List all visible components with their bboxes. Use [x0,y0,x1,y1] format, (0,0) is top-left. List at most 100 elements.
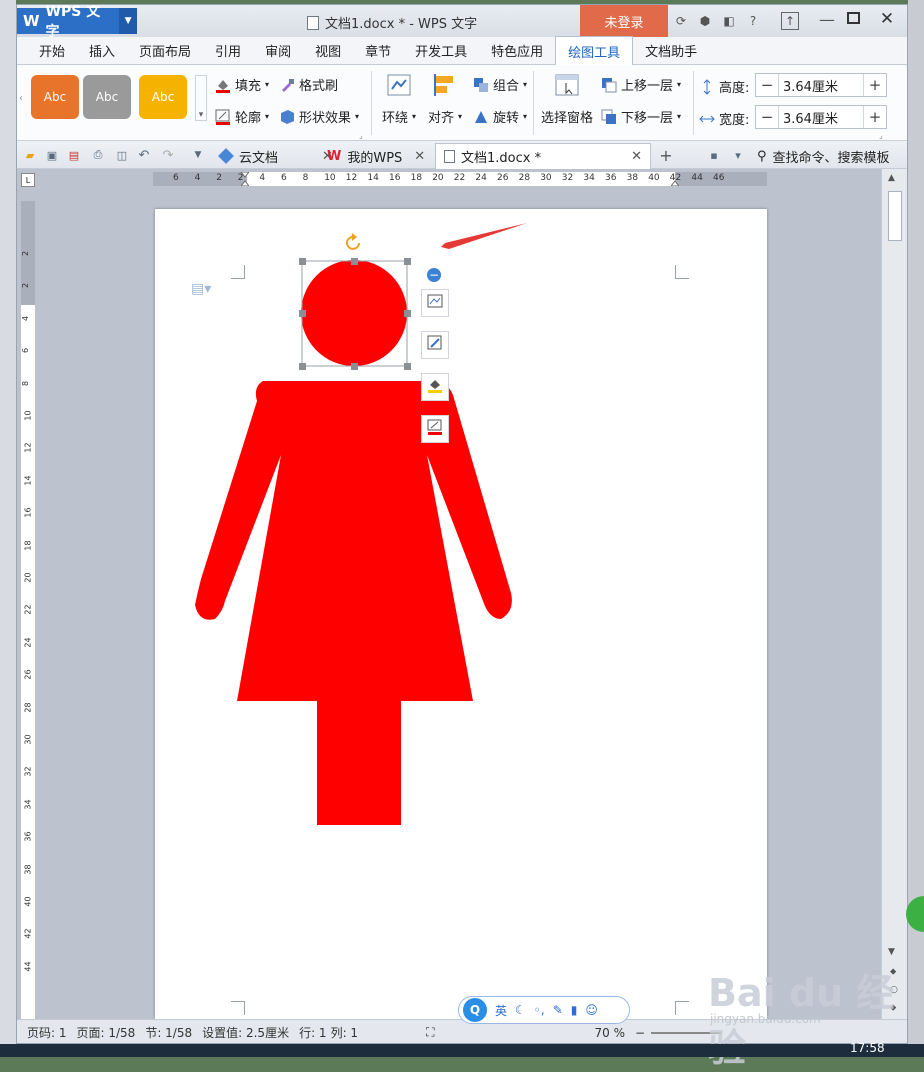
shape-outline-button[interactable] [421,415,449,443]
shape-style-yellow[interactable]: Abc [139,75,187,119]
ribbon-scroll-left-icon[interactable]: ‹ [19,93,23,104]
vertical-ruler[interactable]: 2 2 4 6 8 10 12 14 16 18 20 22 24 26 28 30 32 34 36 38 40 42 4… [21,201,35,1021]
right-indent-marker[interactable] [669,172,681,187]
scrollbar-thumb[interactable] [888,191,902,241]
minimize-button[interactable]: — [819,10,835,29]
settings-icon[interactable]: ⬢ [697,13,713,29]
close-icon[interactable]: ✕ [414,149,425,164]
resize-handle[interactable] [299,363,306,370]
dialog-launcher-icon[interactable]: ⌟ [359,131,363,140]
resize-handle[interactable] [299,258,306,265]
moon-icon[interactable]: ☾ [515,1003,526,1017]
shape-style-orange[interactable]: Abc [31,75,79,119]
height-field[interactable]: 3.64厘米 [778,74,864,96]
resize-handle[interactable] [351,258,358,265]
open-folder-icon[interactable]: ▰ [23,148,37,162]
tab-5[interactable]: 视图 [303,36,353,64]
tab-0[interactable]: 开始 [27,36,77,64]
edit-shape-button[interactable] [421,331,449,359]
customize-dropdown-icon[interactable]: ▼ [191,148,205,162]
rotate-handle-icon[interactable] [346,233,360,250]
fill-button[interactable]: 填充 ▾ [215,75,269,94]
shape-effect-button[interactable]: 形状效果 ▾ [279,107,359,126]
send-backward-button[interactable]: 下移一层 ▾ [601,107,681,126]
outline-button[interactable]: 轮廓 ▾ [215,107,269,126]
maximize-button[interactable] [847,12,860,24]
shape-fill-button[interactable] [421,373,449,401]
minus-icon[interactable]: − [756,106,778,128]
zoom-level[interactable]: 70 % [594,1026,625,1040]
close-icon[interactable]: ✕ [631,149,642,164]
plus-icon[interactable]: + [864,106,886,128]
tab-9[interactable]: 绘图工具 [555,36,634,65]
styles-more-button[interactable]: ▾ [195,75,207,121]
wrench-icon[interactable]: ✎ [553,1003,563,1017]
minus-icon[interactable]: − [756,74,778,96]
search-command[interactable]: ⚲ 查找命令、搜索模板 [757,147,890,166]
collapse-icon[interactable]: − [427,268,441,282]
upload-icon[interactable]: ↑ [781,12,799,30]
tab-7[interactable]: 开发工具 [403,36,479,64]
ime-language[interactable]: 英 [495,1002,507,1019]
figure-legs[interactable] [317,699,401,825]
tab-6[interactable]: 章节 [353,36,403,64]
tab-stop-selector[interactable]: L [21,173,35,187]
width-field[interactable]: 3.64厘米 [778,106,864,128]
tab-10[interactable]: 文档助手 [633,36,709,64]
bring-forward-button[interactable]: 上移一层 ▾ [601,75,681,94]
height-stepper[interactable]: − 3.64厘米 + [755,73,887,97]
width-stepper[interactable]: − 3.64厘米 + [755,105,887,129]
horizontal-ruler[interactable]: 6 4 2 2 4 6 8 10 12 14 16 18 20 22 24 26 28 30 32 34 36 38 40 4… [153,171,767,187]
ime-toolbar[interactable]: Q 英 ☾ ◦, ✎ ▮ ☺ [458,996,630,1024]
figure-body[interactable] [195,381,512,701]
scroll-down-icon[interactable]: ▼ [888,947,895,957]
woman-figure[interactable] [155,209,767,1019]
vertical-scrollbar[interactable]: ▲ ▼ ⬥ ○ ⬥ [881,169,907,1019]
zoom-out-icon[interactable]: − [635,1026,645,1040]
full-screen-icon[interactable]: ⛶ [426,1025,434,1040]
figure-head[interactable] [301,260,407,366]
resize-handle[interactable] [404,258,411,265]
emoji-icon[interactable]: ☺ [585,1003,598,1017]
wrap-button[interactable]: 环绕 ▾ [381,73,417,135]
format-painter-button[interactable]: 格式刷 [279,75,338,94]
app-menu-button[interactable]: W WPS 文字 ▼ [17,5,137,40]
display-mode-icon[interactable]: ▪ [707,148,721,162]
align-button[interactable]: 对齐 ▾ [425,73,465,135]
close-button[interactable]: ✕ [879,9,895,29]
undo-icon[interactable]: ↶ [137,148,151,163]
print-preview-icon[interactable]: ◫ [115,148,129,162]
plus-icon[interactable]: + [864,74,886,96]
export-pdf-icon[interactable]: ▤ [67,148,81,162]
group-button[interactable]: 组合 ▾ [473,75,527,94]
login-button[interactable]: 未登录 [580,5,668,37]
resize-handle[interactable] [404,310,411,317]
resize-handle[interactable] [351,363,358,370]
print-icon[interactable]: ⎙ [91,148,105,162]
save-icon[interactable]: ▣ [45,148,59,162]
rotate-button[interactable]: 旋转 ▾ [473,107,527,126]
skin-icon[interactable]: ⟳ [673,13,689,29]
chevron-down-icon[interactable]: ▼ [119,8,137,34]
tab-2[interactable]: 页面布局 [127,36,203,64]
scroll-up-icon[interactable]: ▲ [888,173,895,183]
tab-list-icon[interactable]: ▾ [731,148,745,162]
doc-tab-mywps[interactable]: W 我的WPS ✕ [319,143,433,169]
redo-icon[interactable]: ↷ [161,148,175,163]
punctuation-icon[interactable]: ◦, [534,1003,545,1017]
shape-style-grey[interactable]: Abc [83,75,131,119]
tab-3[interactable]: 引用 [203,36,253,64]
clipboard-icon[interactable]: ▮ [571,1003,578,1017]
resize-handle[interactable] [299,310,306,317]
layout-options-button[interactable] [421,289,449,317]
new-tab-icon[interactable]: + [659,146,673,165]
doc-tab-document[interactable]: 文档1.docx * ✕ [435,143,651,169]
resize-handle[interactable] [404,363,411,370]
selection-pane-button[interactable]: 选择窗格 [539,73,595,135]
indent-marker[interactable] [239,171,251,187]
feedback-icon[interactable]: ◧ [721,13,737,29]
help-icon[interactable]: ? [745,13,761,29]
tab-8[interactable]: 特色应用 [479,36,555,64]
tab-1[interactable]: 插入 [77,36,127,64]
dialog-launcher-icon[interactable]: ⌟ [879,131,883,140]
